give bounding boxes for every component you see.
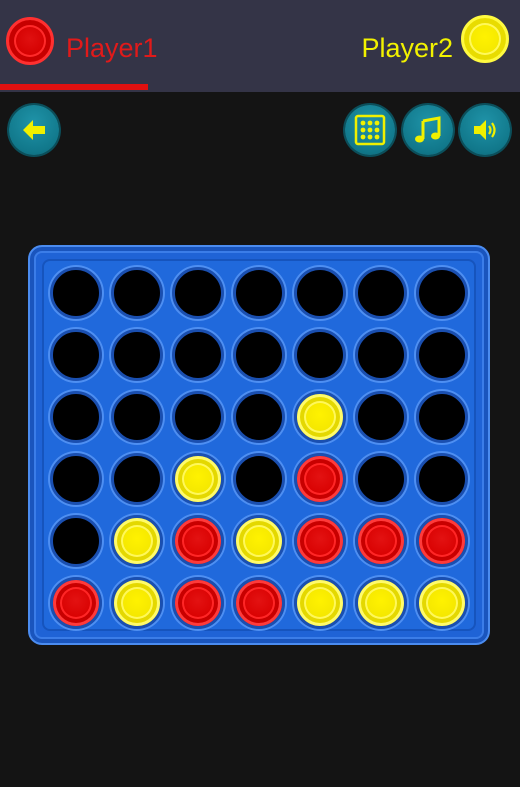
yellow-disc[interactable] xyxy=(294,577,346,629)
board-slot[interactable] xyxy=(233,329,285,381)
yellow-disc[interactable] xyxy=(355,577,407,629)
board-slot[interactable] xyxy=(172,391,224,443)
board-slot[interactable] xyxy=(233,267,285,319)
music-note-icon xyxy=(415,116,441,143)
board-slot[interactable] xyxy=(355,329,407,381)
red-disc[interactable] xyxy=(294,515,346,567)
board-slot[interactable] xyxy=(294,267,346,319)
player2-name: Player2 xyxy=(361,33,453,63)
player2-disc-icon xyxy=(461,15,509,63)
turn-indicator xyxy=(0,84,148,90)
board-slot[interactable] xyxy=(416,329,468,381)
board-slot[interactable] xyxy=(355,453,407,505)
red-disc[interactable] xyxy=(416,515,468,567)
board-slot[interactable] xyxy=(50,267,102,319)
game-header: Player1 Player2 xyxy=(0,0,520,92)
board-slot[interactable] xyxy=(233,453,285,505)
board-slot[interactable] xyxy=(111,329,163,381)
yellow-disc[interactable] xyxy=(111,577,163,629)
board-slot[interactable] xyxy=(233,391,285,443)
board-slot[interactable] xyxy=(355,267,407,319)
board-slot[interactable] xyxy=(50,515,102,567)
yellow-disc[interactable] xyxy=(111,515,163,567)
yellow-disc[interactable] xyxy=(294,391,346,443)
sound-button[interactable] xyxy=(460,105,510,155)
player1-name: Player1 xyxy=(66,33,158,63)
board-slot[interactable] xyxy=(294,329,346,381)
board-slot[interactable] xyxy=(416,267,468,319)
speaker-icon xyxy=(474,120,496,140)
red-disc[interactable] xyxy=(172,515,224,567)
board-slot[interactable] xyxy=(172,267,224,319)
red-disc[interactable] xyxy=(50,577,102,629)
yellow-disc[interactable] xyxy=(416,577,468,629)
player1-disc-icon xyxy=(6,17,54,65)
board-slot[interactable] xyxy=(111,267,163,319)
grid-button[interactable] xyxy=(345,105,395,155)
arrow-left-icon xyxy=(23,120,45,140)
board-slot[interactable] xyxy=(172,329,224,381)
board-slot[interactable] xyxy=(111,453,163,505)
back-button[interactable] xyxy=(9,105,59,155)
board-slot[interactable] xyxy=(416,453,468,505)
music-button[interactable] xyxy=(403,105,453,155)
board-slot[interactable] xyxy=(111,391,163,443)
yellow-disc[interactable] xyxy=(233,515,285,567)
game-board xyxy=(28,245,490,645)
board-slot[interactable] xyxy=(50,329,102,381)
red-disc[interactable] xyxy=(172,577,224,629)
grid-icon xyxy=(354,114,386,146)
red-disc[interactable] xyxy=(294,453,346,505)
board-slot[interactable] xyxy=(50,391,102,443)
board-slot[interactable] xyxy=(416,391,468,443)
yellow-disc[interactable] xyxy=(172,453,224,505)
board-slot[interactable] xyxy=(50,453,102,505)
board-grid xyxy=(42,259,476,631)
red-disc[interactable] xyxy=(233,577,285,629)
board-slot[interactable] xyxy=(355,391,407,443)
red-disc[interactable] xyxy=(355,515,407,567)
